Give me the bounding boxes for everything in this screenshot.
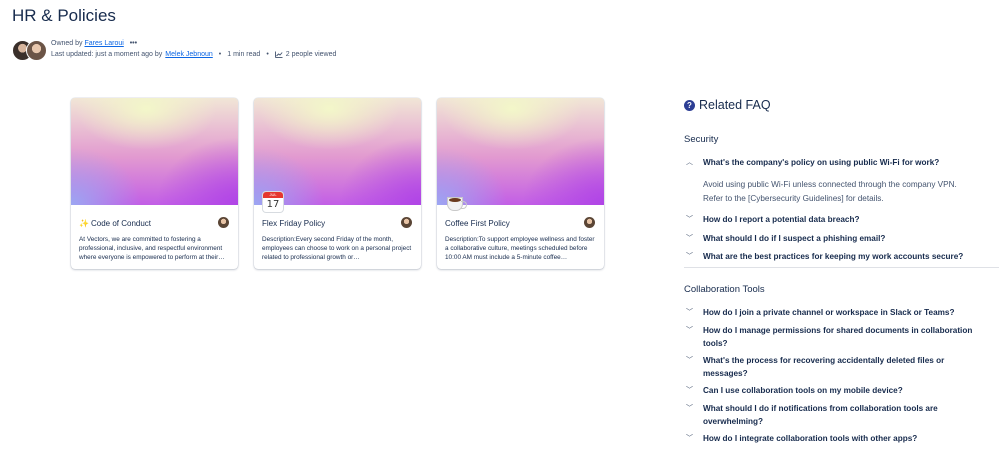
faq-section-title: Collaboration Tools (684, 284, 765, 295)
avatar[interactable] (26, 40, 47, 61)
owner-line: Owned by Fares Laroui ••• (51, 40, 137, 47)
section-divider (684, 267, 999, 268)
card-title: Coffee First Policy (445, 219, 510, 228)
analytics-icon[interactable] (274, 51, 283, 58)
view-count[interactable]: 2 people viewed (286, 51, 337, 58)
card-cover (437, 98, 604, 205)
chevron-down-icon[interactable]: ﹀ (686, 385, 696, 398)
avatar[interactable] (218, 217, 229, 228)
separator-dot: • (218, 51, 222, 58)
more-actions-button[interactable]: ••• (130, 40, 137, 47)
card-title: ✨ Code of Conduct (79, 219, 152, 228)
sparkles-icon: ✨ (79, 219, 89, 228)
chevron-down-icon[interactable]: ﹀ (686, 307, 696, 320)
owned-by-label: Owned by (51, 40, 83, 47)
card-description: At Vectors, we are committed to fosterin… (79, 236, 225, 261)
faq-answer: Avoid using public Wi-Fi unless connecte… (703, 180, 957, 203)
chevron-down-icon[interactable]: ﹀ (686, 214, 696, 227)
page-title: HR & Policies (12, 6, 116, 25)
owner-link[interactable]: Fares Laroui (84, 40, 123, 47)
separator-dot: • (266, 51, 269, 58)
faq-heading: ? Related FAQ (684, 98, 771, 112)
chevron-down-icon[interactable]: ﹀ (686, 325, 696, 338)
avatar[interactable] (401, 217, 412, 228)
updated-by-link[interactable]: Melek Jebnoun (165, 51, 212, 58)
card-cover (71, 98, 238, 205)
question-icon: ? (684, 99, 695, 111)
page-meta: Last updated: just a moment ago by Melek… (51, 51, 336, 58)
card-description: Description:Every second Friday of the m… (262, 236, 412, 261)
calendar-day: 17 (266, 199, 280, 210)
card-description: Description:To support employee wellness… (445, 236, 595, 261)
faq-section-title: Security (684, 134, 719, 145)
chevron-down-icon[interactable]: ﹀ (686, 403, 696, 416)
card-cover (254, 98, 421, 205)
last-updated-label: Last updated: just a moment ago by (51, 51, 163, 58)
chevron-down-icon[interactable]: ﹀ (686, 233, 696, 246)
contributors-avatars[interactable] (12, 40, 48, 61)
chevron-down-icon[interactable]: ﹀ (686, 355, 696, 368)
card-title: Flex Friday Policy (262, 219, 326, 228)
chevron-down-icon[interactable]: ﹀ (686, 433, 696, 446)
avatar[interactable] (584, 217, 595, 228)
card-coffee-first-policy[interactable]: Coffee First Policy Description:To suppo… (437, 98, 604, 269)
card-code-of-conduct[interactable]: ✨ Code of Conduct At Vectors, we are comm… (71, 98, 238, 269)
calendar-icon: JUL 17 (263, 192, 283, 212)
chevron-down-icon[interactable]: ﹀ (686, 251, 696, 264)
chevron-up-icon[interactable]: ︿ (686, 157, 696, 170)
coffee-icon (446, 193, 467, 211)
read-time: 1 min read (227, 51, 261, 58)
card-flex-friday-policy[interactable]: JUL 17 Flex Friday Policy Description:Ev… (254, 98, 421, 269)
